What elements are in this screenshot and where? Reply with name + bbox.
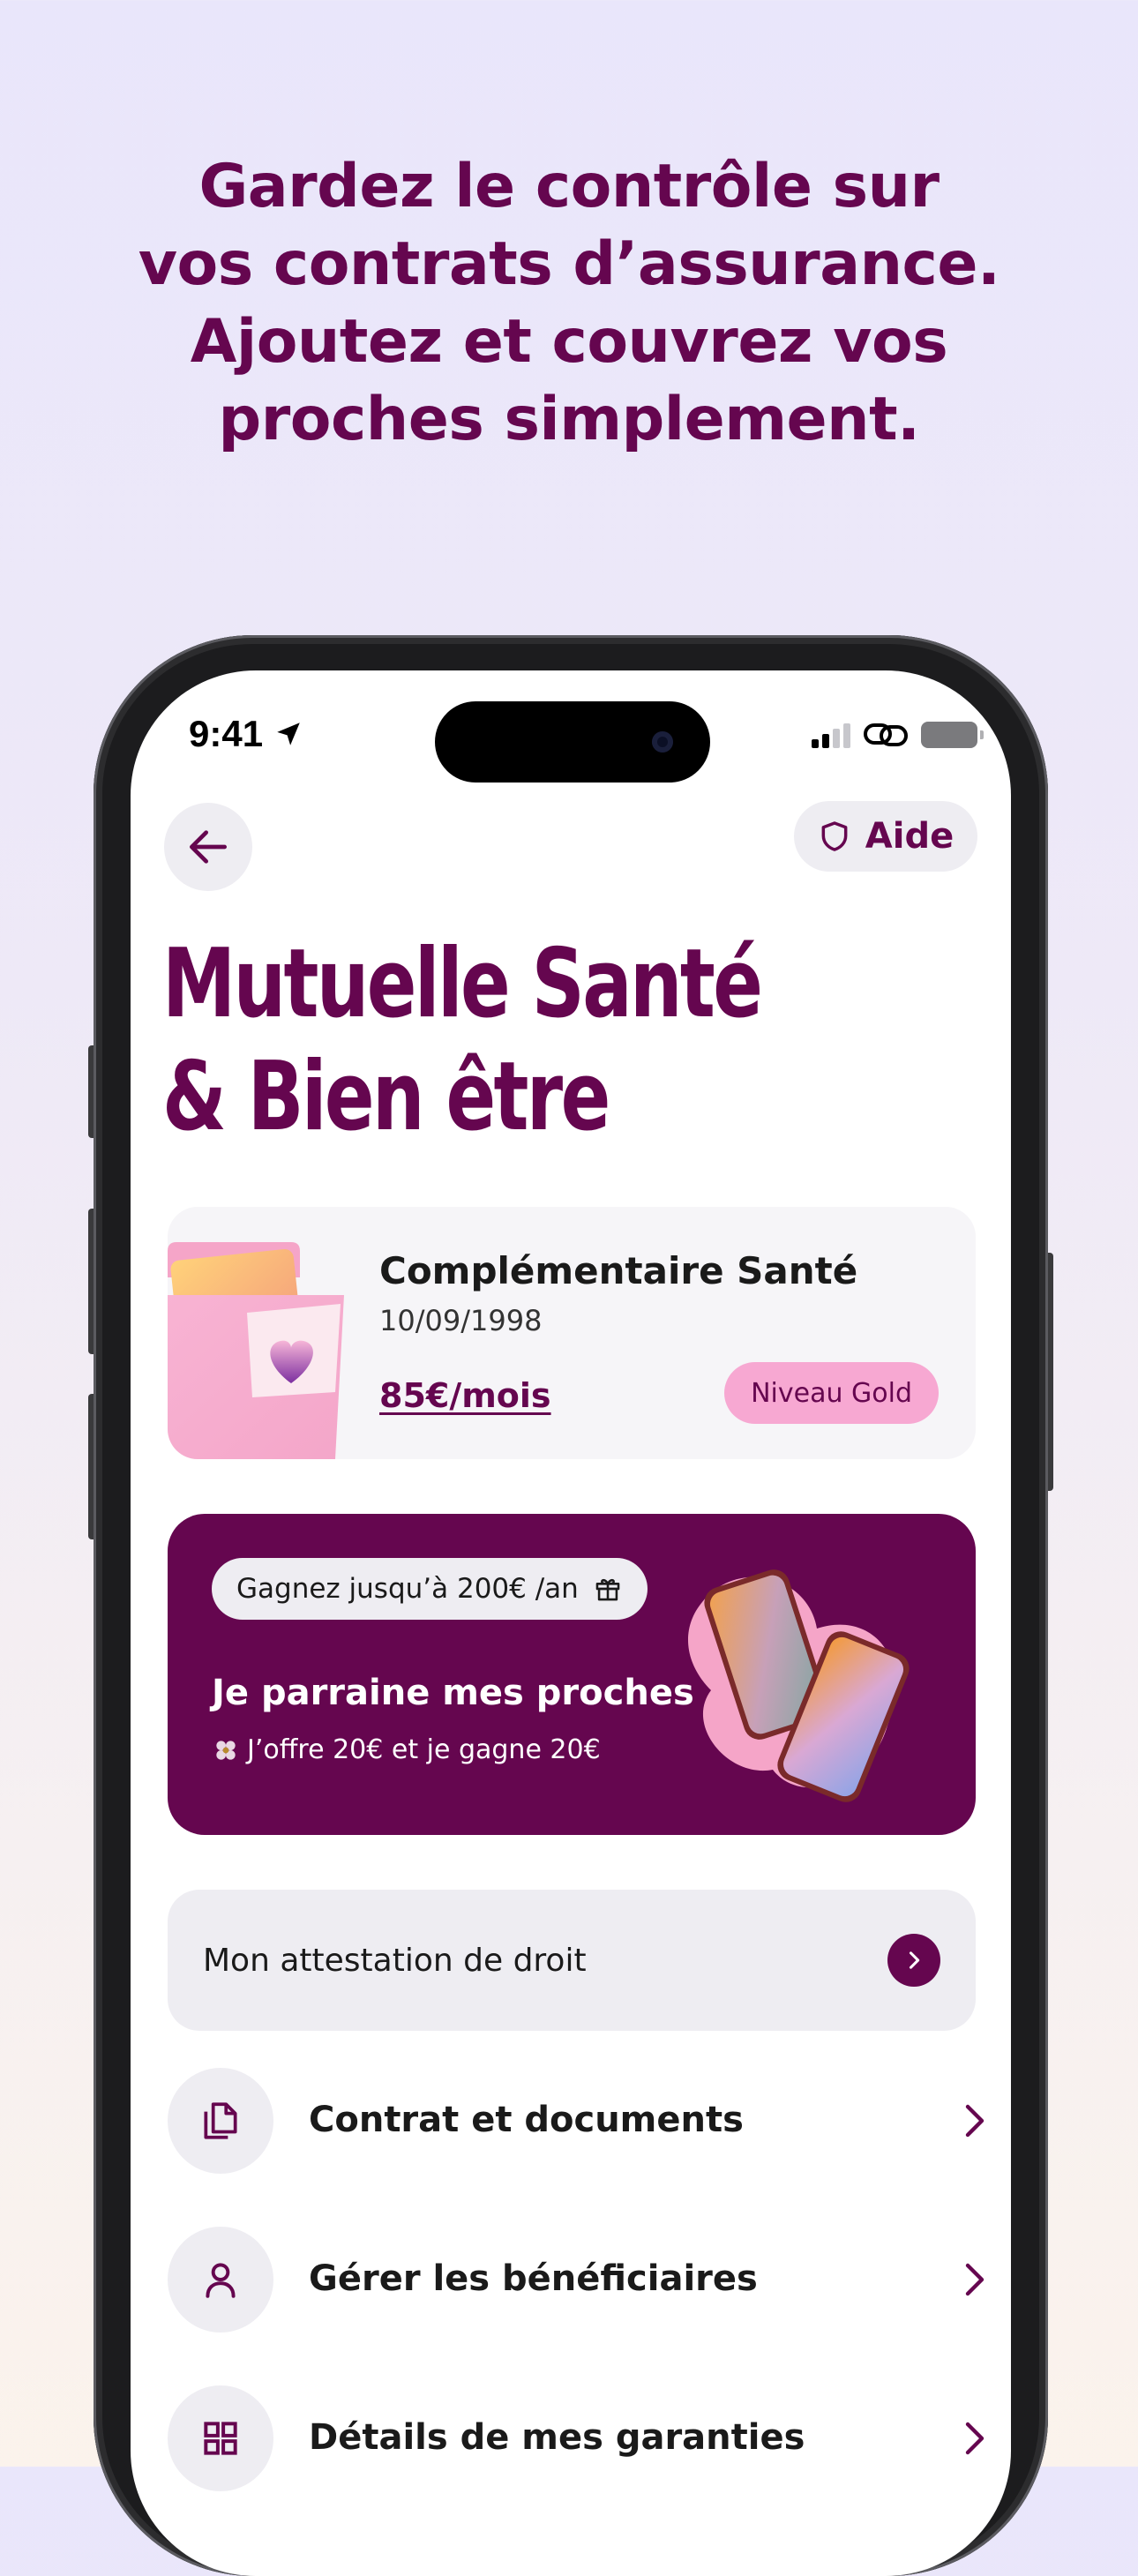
menu-item-icon-wrap	[168, 2385, 273, 2491]
location-arrow-icon	[277, 723, 300, 745]
status-time-text: 9:41	[189, 713, 264, 754]
dynamic-island	[435, 701, 710, 783]
gift-icon	[595, 1578, 620, 1601]
menu-item-icon-wrap	[168, 2068, 273, 2174]
headline: Gardez le contrôle sur vos contrats d’as…	[0, 148, 1138, 459]
menu-item-guarantees[interactable]: Détails de mes garanties	[168, 2385, 988, 2491]
menu-item-label: Gérer les bénéficiaires	[309, 2258, 758, 2299]
headline-line-1: Gardez le contrôle sur	[198, 152, 940, 221]
attestation-chevron-button[interactable]	[887, 1934, 940, 1987]
menu-item-label: Détails de mes garanties	[309, 2417, 805, 2458]
referral-reward-text: Gagnez jusqu’à 200€ /an	[236, 1573, 579, 1605]
chevron-right-icon	[965, 2263, 985, 2296]
page-title-line-1: Mutuelle Santé	[162, 929, 763, 1039]
attestation-label: Mon attestation de droit	[203, 1943, 587, 1979]
grid-icon	[204, 2422, 237, 2455]
menu-item-contract-documents[interactable]: Contrat et documents	[168, 2068, 988, 2174]
menu-item-icon-wrap	[168, 2227, 273, 2333]
status-icons	[812, 720, 984, 750]
contract-card[interactable]: Complémentaire Santé 10/09/1998 85€/mois…	[168, 1207, 976, 1459]
arrow-left-icon	[190, 830, 227, 864]
phones-illustration	[687, 1569, 910, 1802]
contract-date: 10/09/1998	[379, 1304, 543, 1337]
phone-frame: 9:41 Aide Mutuelle Santé & Bien être Com…	[94, 635, 1048, 2576]
contract-name: Complémentaire Santé	[379, 1249, 858, 1292]
contract-price[interactable]: 85€/mois	[379, 1376, 551, 1415]
menu-item-beneficiaries[interactable]: Gérer les bénéficiaires	[168, 2227, 988, 2333]
page-title: Mutuelle Santé & Bien être	[162, 928, 763, 1154]
referral-banner[interactable]: Gagnez jusqu’à 200€ /an Je parraine mes …	[168, 1514, 976, 1835]
help-label: Aide	[865, 816, 955, 857]
menu-item-label: Contrat et documents	[309, 2100, 744, 2140]
referral-reward-pill: Gagnez jusqu’à 200€ /an	[212, 1558, 648, 1620]
signal-icon	[812, 722, 850, 748]
referral-title: Je parraine mes proches	[212, 1673, 694, 1713]
page-title-line-2: & Bien être	[162, 1042, 610, 1152]
referral-subtitle: J’offre 20€ et je gagne 20€	[247, 1734, 601, 1765]
battery-icon	[921, 722, 984, 748]
documents-icon	[204, 2102, 237, 2139]
headline-line-2: vos contrats d’assurance.	[138, 229, 1000, 299]
chevron-right-icon	[965, 2422, 985, 2455]
chevron-right-icon	[909, 1951, 920, 1969]
status-time: 9:41	[189, 713, 303, 755]
referral-subtitle-row: J’offre 20€ et je gagne 20€	[212, 1734, 601, 1765]
back-button[interactable]	[164, 803, 252, 891]
user-icon	[206, 2263, 236, 2298]
shield-icon	[821, 821, 848, 851]
camera-icon	[652, 731, 673, 753]
insurance-envelope-illustration	[168, 1242, 344, 1459]
headline-line-3: Ajoutez et couvrez vos	[190, 307, 948, 377]
level-badge: Niveau Gold	[724, 1362, 939, 1424]
help-button[interactable]: Aide	[794, 801, 977, 872]
chevron-right-icon	[965, 2104, 985, 2138]
phone-screen: 9:41 Aide Mutuelle Santé & Bien être Com…	[131, 670, 1011, 2576]
link-icon	[864, 723, 908, 746]
headline-line-4: proches simplement.	[218, 385, 920, 454]
attestation-card[interactable]: Mon attestation de droit	[168, 1890, 976, 2031]
flower-icon	[216, 1740, 236, 1760]
